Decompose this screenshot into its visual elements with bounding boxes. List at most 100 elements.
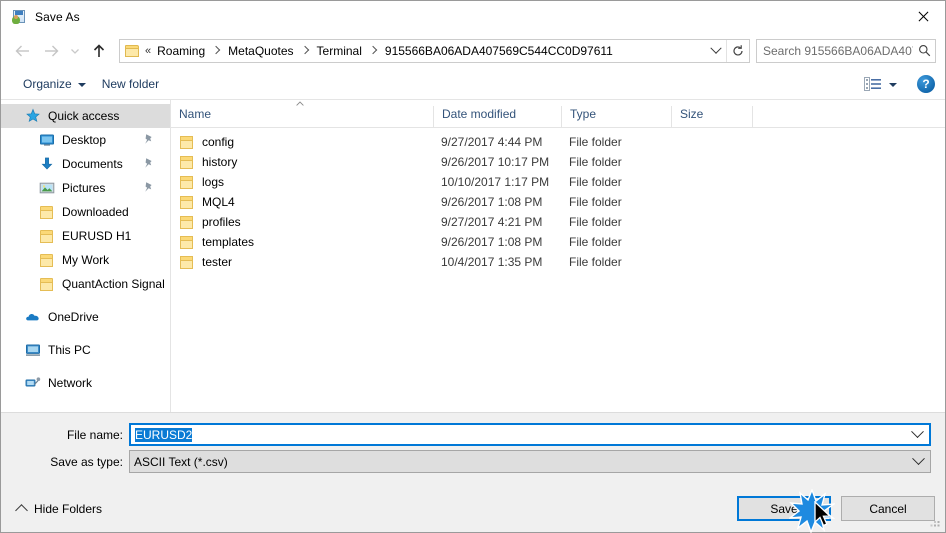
help-button[interactable]: ? xyxy=(917,75,935,93)
sidebar-divider xyxy=(1,329,170,338)
table-row[interactable]: MQL4 9/26/2017 1:08 PM File folder xyxy=(171,192,945,212)
file-type: File folder xyxy=(569,155,622,169)
cancel-button-label: Cancel xyxy=(869,501,907,516)
column-header-date-modified[interactable]: Date modified xyxy=(433,106,561,127)
sidebar-item-desktop[interactable]: Desktop xyxy=(1,128,170,152)
cancel-button[interactable]: Cancel xyxy=(841,496,935,521)
sidebar-item-this-pc[interactable]: This PC xyxy=(1,338,170,362)
sidebar-item-label: Downloaded xyxy=(62,205,129,219)
command-bar: Organize New folder ? xyxy=(1,69,945,100)
table-row[interactable]: config 9/27/2017 4:44 PM File folder xyxy=(171,132,945,152)
chevron-right-icon xyxy=(300,45,309,55)
resize-grip-icon[interactable] xyxy=(929,516,941,528)
pin-icon[interactable] xyxy=(143,133,154,149)
sidebar-item-label: Network xyxy=(48,376,93,390)
pin-icon[interactable] xyxy=(143,157,154,173)
recent-locations-button[interactable] xyxy=(65,37,85,65)
save-as-dialog: Save As « Roaming MetaQuotes Terminal 91… xyxy=(0,0,946,533)
address-bar[interactable]: « Roaming MetaQuotes Terminal 915566BA06… xyxy=(119,38,750,63)
close-button[interactable] xyxy=(899,1,945,31)
sidebar-item-documents[interactable]: Documents xyxy=(1,152,170,176)
column-headers: Name Date modified Type Size xyxy=(171,100,945,128)
column-header-type[interactable]: Type xyxy=(561,106,671,127)
forward-button[interactable] xyxy=(37,37,65,65)
sidebar-item-network[interactable]: Network xyxy=(1,371,170,395)
column-header-name[interactable]: Name xyxy=(171,101,433,127)
save-as-icon xyxy=(11,9,27,25)
breadcrumb-overflow[interactable]: « xyxy=(145,45,153,57)
breadcrumb-item-terminal[interactable]: Terminal xyxy=(313,42,366,60)
table-row[interactable]: templates 9/26/2017 1:08 PM File folder xyxy=(171,232,945,252)
hide-folders-button[interactable]: Hide Folders xyxy=(13,498,106,520)
arrow-up-icon xyxy=(93,43,105,57)
search-input[interactable]: Search 915566BA06ADA40756... xyxy=(757,44,913,58)
chevron-up-icon xyxy=(15,503,28,517)
file-date: 9/26/2017 1:08 PM xyxy=(441,235,543,249)
file-name-cell: logs xyxy=(171,175,433,189)
address-dropdown-button[interactable] xyxy=(706,40,726,62)
file-date: 9/26/2017 1:08 PM xyxy=(441,195,543,209)
sidebar-item-label: Pictures xyxy=(62,181,106,195)
sidebar-item-quantaction-signal[interactable]: QuantAction Signal xyxy=(1,272,170,296)
sidebar-item-my-work[interactable]: My Work xyxy=(1,248,170,272)
sidebar-item-label: This PC xyxy=(48,343,91,357)
breadcrumb-item-terminal-id[interactable]: 915566BA06ADA407569C544CC0D97611 xyxy=(381,42,617,60)
file-name-value[interactable]: EURUSD2 xyxy=(131,427,905,442)
navigation-bar: « Roaming MetaQuotes Terminal 915566BA06… xyxy=(1,32,945,69)
column-header-size[interactable]: Size xyxy=(671,106,752,127)
sidebar-item-onedrive[interactable]: OneDrive xyxy=(1,305,170,329)
hide-folders-label: Hide Folders xyxy=(34,501,103,516)
folder-icon xyxy=(39,252,55,268)
up-button[interactable] xyxy=(85,37,113,65)
file-date: 9/26/2017 10:17 PM xyxy=(441,155,550,169)
pin-icon[interactable] xyxy=(143,181,154,197)
chevron-right-icon xyxy=(368,45,378,55)
column-header-label: Size xyxy=(680,107,704,121)
organize-button[interactable]: Organize xyxy=(15,74,94,94)
file-type: File folder xyxy=(569,235,622,249)
sidebar-item-label: EURUSD H1 xyxy=(62,229,132,243)
list-view-icon xyxy=(864,77,881,91)
file-name-dropdown-button[interactable] xyxy=(905,425,929,444)
file-rows: config 9/27/2017 4:44 PM File folder his… xyxy=(171,128,945,412)
breadcrumb-item-roaming[interactable]: Roaming xyxy=(153,42,209,60)
table-row[interactable]: profiles 9/27/2017 4:21 PM File folder xyxy=(171,212,945,232)
change-view-button[interactable] xyxy=(858,74,903,94)
sidebar-item-label: OneDrive xyxy=(48,310,99,324)
network-icon xyxy=(25,375,41,391)
sidebar-item-eurusd-h1[interactable]: EURUSD H1 xyxy=(1,224,170,248)
save-button[interactable]: Save xyxy=(737,496,831,521)
sidebar-item-pictures[interactable]: Pictures xyxy=(1,176,170,200)
folder-icon xyxy=(179,155,195,169)
file-list-pane: Name Date modified Type Size config 9/27… xyxy=(171,100,945,412)
sidebar-item-quick-access[interactable]: Quick access xyxy=(1,104,170,128)
table-row[interactable]: tester 10/4/2017 1:35 PM File folder xyxy=(171,252,945,272)
folder-icon xyxy=(179,255,195,269)
folder-icon xyxy=(179,195,195,209)
folder-icon xyxy=(39,204,55,220)
sidebar-item-label: Quick access xyxy=(48,109,120,123)
refresh-button[interactable] xyxy=(726,39,749,62)
column-header-spacer xyxy=(752,106,766,127)
new-folder-button[interactable]: New folder xyxy=(94,74,167,94)
folder-icon xyxy=(179,215,195,229)
back-button[interactable] xyxy=(9,37,37,65)
star-icon xyxy=(25,108,41,124)
file-type: File folder xyxy=(569,175,622,189)
search-box[interactable]: Search 915566BA06ADA40756... xyxy=(756,38,936,63)
breadcrumb-item-metaquotes[interactable]: MetaQuotes xyxy=(224,42,297,60)
arrow-right-icon xyxy=(45,45,59,56)
save-as-type-select[interactable]: ASCII Text (*.csv) xyxy=(129,450,931,473)
sidebar-item-downloaded[interactable]: Downloaded xyxy=(1,200,170,224)
table-row[interactable]: history 9/26/2017 10:17 PM File folder xyxy=(171,152,945,172)
close-icon xyxy=(917,11,928,22)
table-row[interactable]: logs 10/10/2017 1:17 PM File folder xyxy=(171,172,945,192)
save-as-type-dropdown-button[interactable] xyxy=(906,451,930,472)
file-name-input[interactable]: EURUSD2 xyxy=(129,423,931,446)
window-title: Save As xyxy=(35,9,80,24)
navigation-sidebar: Quick access Desktop Documents Pictures … xyxy=(1,100,171,412)
new-folder-label: New folder xyxy=(101,77,160,91)
save-as-type-row: Save as type: ASCII Text (*.csv) xyxy=(1,450,945,473)
search-icon xyxy=(913,40,935,62)
picture-icon xyxy=(39,180,55,196)
